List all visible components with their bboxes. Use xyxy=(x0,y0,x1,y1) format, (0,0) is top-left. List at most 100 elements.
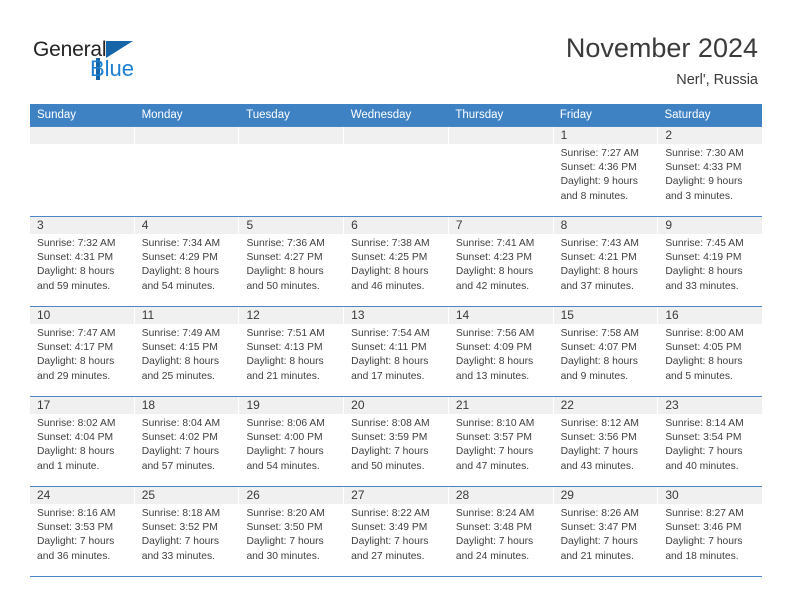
day-details: Sunrise: 8:00 AM Sunset: 4:05 PM Dayligh… xyxy=(658,324,762,384)
sunset-text: Sunset: 3:49 PM xyxy=(351,522,428,534)
day-cell[interactable]: 16 Sunrise: 8:00 AM Sunset: 4:05 PM Dayl… xyxy=(658,307,763,396)
day-cell[interactable]: 30 Sunrise: 8:27 AM Sunset: 3:46 PM Dayl… xyxy=(658,487,763,576)
day-cell[interactable]: 13 Sunrise: 7:54 AM Sunset: 4:11 PM Dayl… xyxy=(344,307,449,396)
sunrise-text: Sunrise: 8:18 AM xyxy=(141,508,221,519)
day-cell[interactable] xyxy=(239,127,345,216)
week-row: 10 Sunrise: 7:47 AM Sunset: 4:17 PM Dayl… xyxy=(30,306,763,396)
weekday-tuesday: Tuesday xyxy=(246,109,290,121)
day-details xyxy=(449,144,553,147)
day-details: Sunrise: 8:24 AM Sunset: 3:48 PM Dayligh… xyxy=(449,504,553,564)
sunrise-text: Sunrise: 7:43 AM xyxy=(560,238,640,249)
daylight-line2: and 3 minutes. xyxy=(665,190,733,202)
day-cell[interactable]: 14 Sunrise: 7:56 AM Sunset: 4:09 PM Dayl… xyxy=(448,307,554,396)
weekday-saturday: Saturday xyxy=(664,109,711,121)
day-details xyxy=(30,144,134,147)
day-cell[interactable]: 19 Sunrise: 8:06 AM Sunset: 4:00 PM Dayl… xyxy=(239,397,345,486)
day-cell[interactable]: 12 Sunrise: 7:51 AM Sunset: 4:13 PM Dayl… xyxy=(239,307,345,396)
day-cell[interactable]: 4 Sunrise: 7:34 AM Sunset: 4:29 PM Dayli… xyxy=(134,217,240,306)
day-cell[interactable]: 17 Sunrise: 8:02 AM Sunset: 4:04 PM Dayl… xyxy=(30,397,135,486)
sunrise-text: Sunrise: 7:51 AM xyxy=(246,328,325,339)
sunset-text: Sunset: 4:09 PM xyxy=(455,342,533,354)
day-cell[interactable]: 24 Sunrise: 8:16 AM Sunset: 3:53 PM Dayl… xyxy=(30,487,135,576)
sunset-text: Sunset: 4:31 PM xyxy=(37,252,114,264)
day-cell[interactable] xyxy=(30,127,135,216)
day-details: Sunrise: 7:49 AM Sunset: 4:15 PM Dayligh… xyxy=(135,324,239,384)
day-cell[interactable] xyxy=(134,127,240,216)
day-details: Sunrise: 7:45 AM Sunset: 4:19 PM Dayligh… xyxy=(658,234,762,294)
day-details xyxy=(239,144,343,147)
day-details: Sunrise: 8:06 AM Sunset: 4:00 PM Dayligh… xyxy=(239,414,343,474)
day-number: 11 xyxy=(134,307,239,324)
day-cell[interactable]: 21 Sunrise: 8:10 AM Sunset: 3:57 PM Dayl… xyxy=(448,397,554,486)
day-cell[interactable]: 26 Sunrise: 8:20 AM Sunset: 3:50 PM Dayl… xyxy=(239,487,345,576)
sunrise-text: Sunrise: 8:22 AM xyxy=(351,508,430,519)
daylight-line1: Daylight: 8 hours xyxy=(37,266,115,278)
sunset-text: Sunset: 3:50 PM xyxy=(246,522,323,534)
daylight-line2: and 29 minutes. xyxy=(37,370,111,382)
day-number: 23 xyxy=(658,397,763,414)
day-number: 25 xyxy=(134,487,239,504)
sunrise-text: Sunrise: 7:56 AM xyxy=(455,328,535,339)
sunrise-text: Sunrise: 7:41 AM xyxy=(455,238,535,249)
day-cell[interactable]: 6 Sunrise: 7:38 AM Sunset: 4:25 PM Dayli… xyxy=(344,217,449,306)
sunrise-text: Sunrise: 7:49 AM xyxy=(141,328,221,339)
day-cell[interactable]: 29 Sunrise: 8:26 AM Sunset: 3:47 PM Dayl… xyxy=(553,487,659,576)
day-cell[interactable]: 3 Sunrise: 7:32 AM Sunset: 4:31 PM Dayli… xyxy=(30,217,135,306)
day-details: Sunrise: 7:36 AM Sunset: 4:27 PM Dayligh… xyxy=(239,234,343,294)
day-cell[interactable]: 1 Sunrise: 7:27 AM Sunset: 4:36 PM Dayli… xyxy=(553,127,659,216)
page-header: General Blue November 2024 Nerl', Russia xyxy=(0,0,792,100)
day-cell[interactable]: 18 Sunrise: 8:04 AM Sunset: 4:02 PM Dayl… xyxy=(134,397,240,486)
daylight-line1: Daylight: 8 hours xyxy=(246,356,324,368)
sunset-text: Sunset: 3:54 PM xyxy=(665,432,742,444)
day-details xyxy=(344,144,448,147)
daylight-line1: Daylight: 9 hours xyxy=(560,176,638,188)
day-cell[interactable]: 8 Sunrise: 7:43 AM Sunset: 4:21 PM Dayli… xyxy=(553,217,659,306)
day-details: Sunrise: 8:16 AM Sunset: 3:53 PM Dayligh… xyxy=(30,504,134,564)
weekday-sunday: Sunday xyxy=(37,109,77,121)
sunset-text: Sunset: 3:59 PM xyxy=(351,432,428,444)
day-cell[interactable]: 9 Sunrise: 7:45 AM Sunset: 4:19 PM Dayli… xyxy=(658,217,763,306)
week-row: 17 Sunrise: 8:02 AM Sunset: 4:04 PM Dayl… xyxy=(30,396,763,486)
day-cell[interactable] xyxy=(344,127,449,216)
sunset-text: Sunset: 4:25 PM xyxy=(351,252,428,264)
day-details: Sunrise: 7:54 AM Sunset: 4:11 PM Dayligh… xyxy=(344,324,448,384)
day-cell[interactable]: 5 Sunrise: 7:36 AM Sunset: 4:27 PM Dayli… xyxy=(239,217,345,306)
day-number: 20 xyxy=(344,397,448,414)
daylight-line1: Daylight: 7 hours xyxy=(560,446,638,458)
day-cell[interactable]: 25 Sunrise: 8:18 AM Sunset: 3:52 PM Dayl… xyxy=(134,487,240,576)
day-cell[interactable]: 10 Sunrise: 7:47 AM Sunset: 4:17 PM Dayl… xyxy=(30,307,135,396)
day-cell[interactable]: 2 Sunrise: 7:30 AM Sunset: 4:33 PM Dayli… xyxy=(658,127,763,216)
day-cell[interactable]: 20 Sunrise: 8:08 AM Sunset: 3:59 PM Dayl… xyxy=(344,397,449,486)
day-cell[interactable]: 11 Sunrise: 7:49 AM Sunset: 4:15 PM Dayl… xyxy=(134,307,240,396)
weekday-wednesday: Wednesday xyxy=(350,109,412,121)
sunset-text: Sunset: 4:27 PM xyxy=(246,252,323,264)
sunrise-text: Sunrise: 8:00 AM xyxy=(665,328,744,339)
sunrise-text: Sunrise: 7:58 AM xyxy=(560,328,640,339)
day-cell[interactable]: 23 Sunrise: 8:14 AM Sunset: 3:54 PM Dayl… xyxy=(658,397,763,486)
day-details: Sunrise: 7:32 AM Sunset: 4:31 PM Dayligh… xyxy=(30,234,134,294)
day-details: Sunrise: 7:47 AM Sunset: 4:17 PM Dayligh… xyxy=(30,324,134,384)
day-cell[interactable]: 15 Sunrise: 7:58 AM Sunset: 4:07 PM Dayl… xyxy=(553,307,659,396)
day-cell[interactable]: 7 Sunrise: 7:41 AM Sunset: 4:23 PM Dayli… xyxy=(448,217,554,306)
day-number: 7 xyxy=(448,217,553,234)
general-blue-logo[interactable]: General Blue xyxy=(33,38,183,86)
day-details: Sunrise: 8:10 AM Sunset: 3:57 PM Dayligh… xyxy=(449,414,553,474)
sunrise-text: Sunrise: 7:32 AM xyxy=(37,238,116,249)
day-number: 5 xyxy=(239,217,344,234)
sunrise-text: Sunrise: 8:27 AM xyxy=(665,508,744,519)
weekday-header-row: Sunday Monday Tuesday Wednesday Thursday… xyxy=(30,104,762,126)
day-cell[interactable]: 27 Sunrise: 8:22 AM Sunset: 3:49 PM Dayl… xyxy=(344,487,449,576)
daylight-line1: Daylight: 8 hours xyxy=(455,356,534,368)
daylight-line2: and 33 minutes. xyxy=(665,280,739,292)
sunset-text: Sunset: 4:15 PM xyxy=(141,342,218,354)
daylight-line1: Daylight: 7 hours xyxy=(455,446,534,458)
day-details: Sunrise: 7:43 AM Sunset: 4:21 PM Dayligh… xyxy=(554,234,658,294)
day-cell[interactable]: 28 Sunrise: 8:24 AM Sunset: 3:48 PM Dayl… xyxy=(448,487,554,576)
sunset-text: Sunset: 4:21 PM xyxy=(560,252,637,264)
daylight-line2: and 33 minutes. xyxy=(141,550,215,562)
sunrise-text: Sunrise: 8:26 AM xyxy=(560,508,640,519)
sunrise-text: Sunrise: 7:36 AM xyxy=(246,238,325,249)
day-cell[interactable]: 22 Sunrise: 8:12 AM Sunset: 3:56 PM Dayl… xyxy=(553,397,659,486)
day-number: 30 xyxy=(658,487,763,504)
day-cell[interactable] xyxy=(448,127,554,216)
